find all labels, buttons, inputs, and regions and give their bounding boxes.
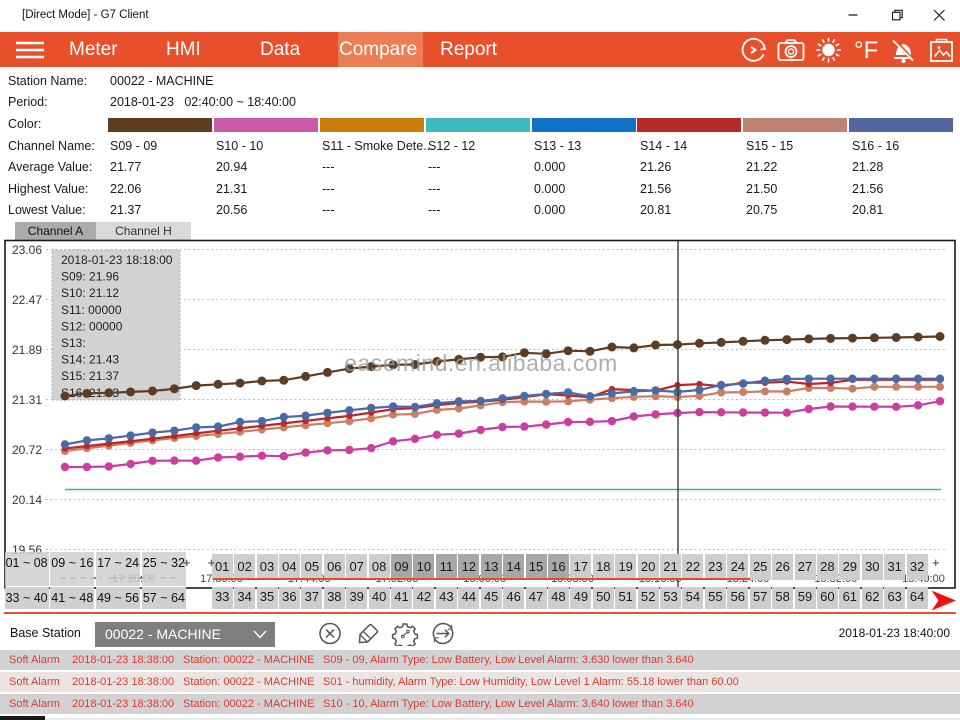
svg-text:S12: 00000: S12: 00000 bbox=[61, 319, 123, 333]
svg-text:21.31: 21.31 bbox=[12, 393, 42, 407]
svg-text:S10: 21.12: S10: 21.12 bbox=[61, 286, 119, 300]
svg-text:S09: 21.96: S09: 21.96 bbox=[61, 270, 119, 284]
svg-text:2018-01-23 18:18:00: 2018-01-23 18:18:00 bbox=[61, 253, 173, 267]
svg-text:21.89: 21.89 bbox=[12, 343, 42, 357]
svg-text:20.72: 20.72 bbox=[12, 443, 42, 457]
svg-text:S15: 21.37: S15: 21.37 bbox=[61, 369, 119, 383]
svg-text:S14: 21.43: S14: 21.43 bbox=[61, 353, 119, 367]
svg-text:20.14: 20.14 bbox=[12, 493, 42, 507]
svg-text:easemind.en.alibaba.com: easemind.en.alibaba.com bbox=[344, 350, 618, 376]
svg-text:23.06: 23.06 bbox=[12, 243, 42, 257]
svg-text:22.47: 22.47 bbox=[12, 293, 42, 307]
svg-text:S13:: S13: bbox=[61, 336, 86, 350]
svg-text:S11: 00000: S11: 00000 bbox=[61, 303, 122, 317]
